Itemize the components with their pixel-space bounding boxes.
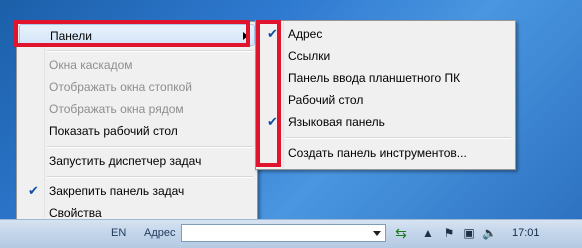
go-button[interactable]: ⇆ — [390, 223, 412, 243]
menu-item-label: Отображать окна рядом — [49, 102, 184, 116]
language-indicator[interactable]: EN — [111, 227, 126, 239]
submenu-item-tablet-input[interactable]: Панель ввода планшетного ПК — [258, 67, 513, 89]
submenu-item-new-toolbar[interactable]: Создать панель инструментов... — [258, 142, 513, 164]
menu-item-label: Создать панель инструментов... — [288, 146, 467, 160]
clock[interactable]: 17:01 — [512, 227, 540, 239]
menu-item-label: Панель ввода планшетного ПК — [288, 71, 461, 85]
menu-separator — [47, 50, 253, 52]
toolbars-submenu: ✔ Адрес Ссылки Панель ввода планшетного … — [255, 20, 516, 170]
menu-item-label: Свойства — [49, 206, 102, 220]
menu-item-label: Рабочий стол — [288, 93, 364, 107]
checkmark-icon: ✔ — [267, 26, 278, 41]
taskbar-context-menu: Панели Окна каскадом Отображать окна сто… — [16, 21, 258, 229]
menu-item-label: Запустить диспетчер задач — [49, 154, 202, 168]
address-input[interactable] — [181, 224, 386, 242]
go-arrow-icon: ⇆ — [395, 225, 407, 241]
menu-item-label: Панели — [50, 29, 92, 43]
menu-separator — [286, 137, 511, 139]
menu-item-label: Окна каскадом — [49, 58, 133, 72]
taskbar: EN Адрес ⇆ ▲ ⚑ ▣ 🔈 17:01 — [0, 219, 582, 248]
volume-icon[interactable]: 🔈 — [482, 226, 497, 240]
menu-item-cascade-windows[interactable]: Окна каскадом — [19, 54, 255, 76]
menu-item-label: Отображать окна стопкой — [49, 80, 192, 94]
menu-item-stack-windows[interactable]: Отображать окна стопкой — [19, 76, 255, 98]
menu-item-label: Показать рабочий стол — [49, 124, 178, 138]
menu-item-lock-taskbar[interactable]: ✔ Закрепить панель задач — [19, 180, 255, 202]
submenu-item-links[interactable]: Ссылки — [258, 45, 513, 67]
menu-item-label: Закрепить панель задач — [49, 184, 185, 198]
submenu-arrow-icon — [243, 32, 248, 40]
menu-separator — [47, 146, 253, 148]
submenu-item-address[interactable]: ✔ Адрес — [258, 23, 513, 45]
network-icon[interactable]: ▣ — [462, 226, 476, 240]
menu-item-show-desktop[interactable]: Показать рабочий стол — [19, 120, 255, 142]
up-arrow-icon[interactable]: ▲ — [421, 226, 435, 240]
submenu-item-desktop[interactable]: Рабочий стол — [258, 89, 513, 111]
menu-item-toolbars[interactable]: Панели — [19, 24, 255, 46]
checkmark-icon: ✔ — [267, 114, 278, 129]
menu-item-side-by-side[interactable]: Отображать окна рядом — [19, 98, 255, 120]
menu-separator — [47, 176, 253, 178]
action-center-flag-icon[interactable]: ⚑ — [442, 226, 456, 240]
menu-item-label: Ссылки — [288, 49, 331, 63]
checkmark-icon: ✔ — [28, 183, 39, 198]
menu-item-label: Адрес — [288, 27, 323, 41]
dropdown-arrow-icon[interactable] — [373, 231, 381, 236]
address-toolbar-label: Адрес — [144, 227, 176, 239]
menu-item-label: Языковая панель — [288, 115, 385, 129]
submenu-item-language-bar[interactable]: ✔ Языковая панель — [258, 111, 513, 133]
menu-item-task-manager[interactable]: Запустить диспетчер задач — [19, 150, 255, 172]
